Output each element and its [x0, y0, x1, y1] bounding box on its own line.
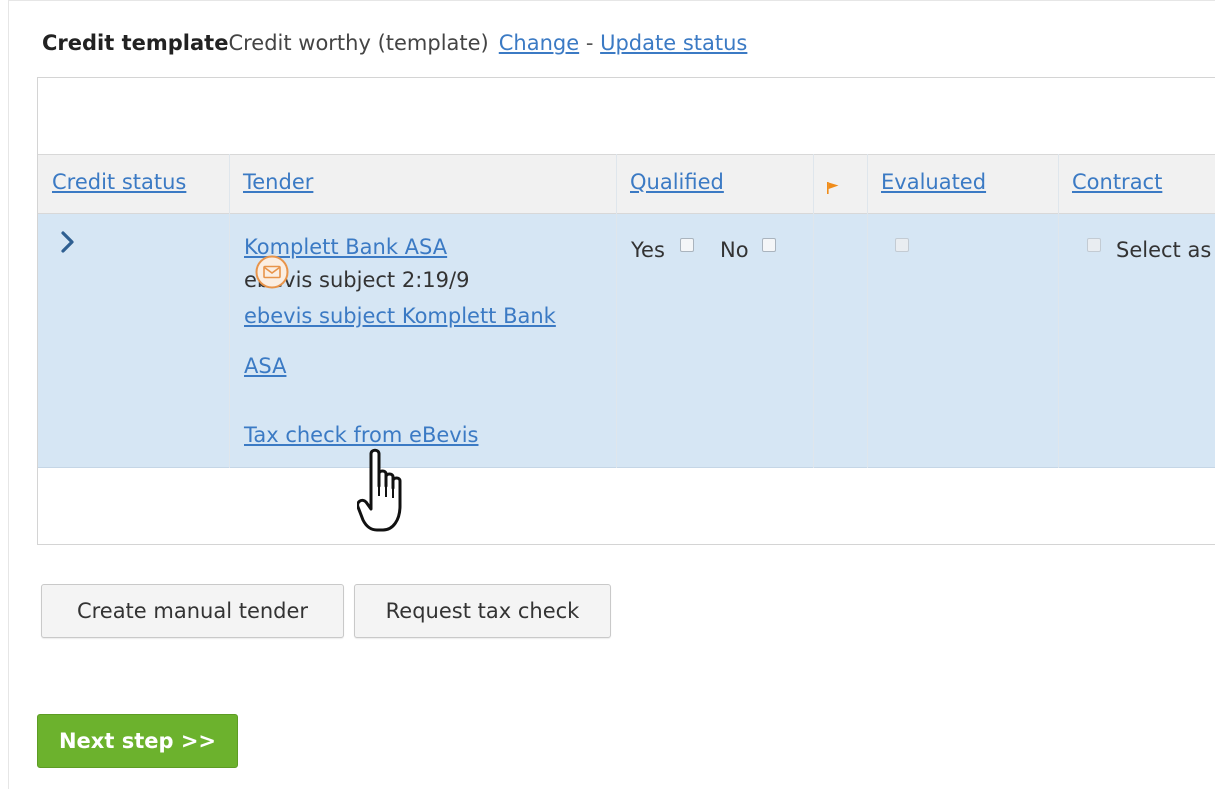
- chevron-right-icon[interactable]: [60, 230, 76, 254]
- contract-select-label: Select as: [1116, 238, 1212, 262]
- column-header-evaluated[interactable]: Evaluated: [881, 170, 986, 194]
- flag-icon[interactable]: [826, 181, 840, 195]
- subject-link-line1[interactable]: ebevis subject Komplett Bank: [244, 304, 556, 328]
- credit-template-value: Credit worthy (template): [228, 31, 489, 55]
- header-separator: -: [579, 31, 601, 55]
- credit-template-label: Credit template: [42, 31, 229, 55]
- evaluated-checkbox[interactable]: [895, 238, 909, 252]
- column-divider: [229, 154, 230, 468]
- subject-link-line2[interactable]: ASA: [244, 354, 286, 378]
- credit-template-header: Credit template Credit worthy (template)…: [42, 28, 747, 58]
- update-status-link[interactable]: Update status: [600, 31, 747, 55]
- qualified-yes-checkbox[interactable]: [680, 238, 694, 252]
- column-divider: [867, 154, 868, 468]
- tenders-table: Credit status Tender Qualified Evaluated…: [37, 77, 1215, 545]
- qualified-yes-label: Yes: [631, 238, 665, 262]
- column-header-contract[interactable]: Contract: [1072, 170, 1162, 194]
- column-divider: [616, 154, 617, 468]
- create-manual-tender-button[interactable]: Create manual tender: [41, 584, 344, 638]
- qualified-no-label: No: [720, 238, 749, 262]
- request-tax-check-button[interactable]: Request tax check: [354, 584, 611, 638]
- mail-icon[interactable]: [255, 255, 289, 289]
- hand-cursor-icon: [357, 448, 431, 540]
- change-link[interactable]: Change: [499, 31, 579, 55]
- qualified-no-checkbox[interactable]: [762, 238, 776, 252]
- table-header-row: [38, 154, 1215, 214]
- tax-check-link[interactable]: Tax check from eBevis: [244, 423, 478, 447]
- column-header-qualified[interactable]: Qualified: [630, 170, 724, 194]
- contract-checkbox[interactable]: [1087, 238, 1101, 252]
- column-divider: [1058, 154, 1059, 468]
- next-step-button[interactable]: Next step >>: [37, 714, 238, 768]
- table-row: [38, 214, 1215, 468]
- column-header-tender[interactable]: Tender: [243, 170, 313, 194]
- column-header-credit-status[interactable]: Credit status: [52, 170, 186, 194]
- column-divider: [813, 154, 814, 468]
